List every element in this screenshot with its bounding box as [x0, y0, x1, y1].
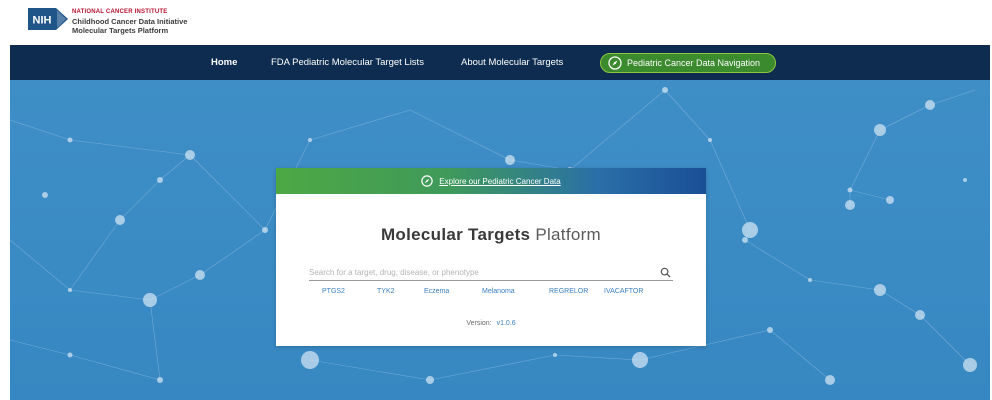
- nih-logo-mark: NIH: [28, 8, 68, 30]
- suggestion-melanoma[interactable]: Melanoma: [482, 288, 515, 295]
- nci-logo[interactable]: NIH NATIONAL CANCER INSTITUTE Childhood …: [28, 8, 187, 35]
- logo-text: NATIONAL CANCER INSTITUTE Childhood Canc…: [72, 8, 187, 35]
- nav-home[interactable]: Home: [211, 45, 237, 80]
- suggestion-ivacaftor[interactable]: IVACAFTOR: [604, 288, 643, 295]
- logo-line-2: Molecular Targets Platform: [72, 26, 169, 35]
- platform-title-light: Platform: [535, 225, 602, 244]
- nav-fda-lists[interactable]: FDA Pediatric Molecular Target Lists: [271, 45, 424, 80]
- compass-icon: [421, 175, 434, 187]
- explore-pediatric-data-link[interactable]: Explore our Pediatric Cancer Data: [439, 177, 560, 186]
- main-navbar: Home FDA Pediatric Molecular Target List…: [10, 45, 990, 80]
- suggestion-tyk2[interactable]: TYK2: [377, 288, 395, 295]
- platform-title-bold: Molecular Targets: [380, 225, 531, 244]
- logo-line-1: Childhood Cancer Data Initiative: [72, 17, 188, 26]
- pediatric-navigation-button[interactable]: Pediatric Cancer Data Navigation: [600, 53, 776, 73]
- explore-banner: Explore our Pediatric Cancer Data: [276, 168, 706, 194]
- suggestion-regrelor[interactable]: REGRELOR: [549, 288, 588, 295]
- search-bar: [309, 265, 673, 281]
- platform-title: Molecular Targets Platform: [276, 225, 706, 245]
- site-header: NIH NATIONAL CANCER INSTITUTE Childhood …: [0, 0, 992, 45]
- version-label: Version:: [466, 320, 492, 327]
- nih-logo-text: NIH: [33, 15, 52, 27]
- logo-org-name: NATIONAL CANCER INSTITUTE: [72, 9, 168, 15]
- nav-about[interactable]: About Molecular Targets: [461, 45, 563, 80]
- version-link[interactable]: v1.0.6: [497, 320, 516, 327]
- suggestion-ptgs2[interactable]: PTGS2: [322, 288, 345, 295]
- search-input[interactable]: [309, 265, 649, 280]
- version-info: Version: v1.0.6: [276, 320, 706, 327]
- suggestion-eczema[interactable]: Eczema: [424, 288, 449, 295]
- search-card: Explore our Pediatric Cancer Data Molecu…: [276, 168, 706, 346]
- search-icon[interactable]: [660, 267, 671, 278]
- compass-icon: [608, 56, 622, 70]
- pediatric-navigation-label: Pediatric Cancer Data Navigation: [627, 58, 761, 68]
